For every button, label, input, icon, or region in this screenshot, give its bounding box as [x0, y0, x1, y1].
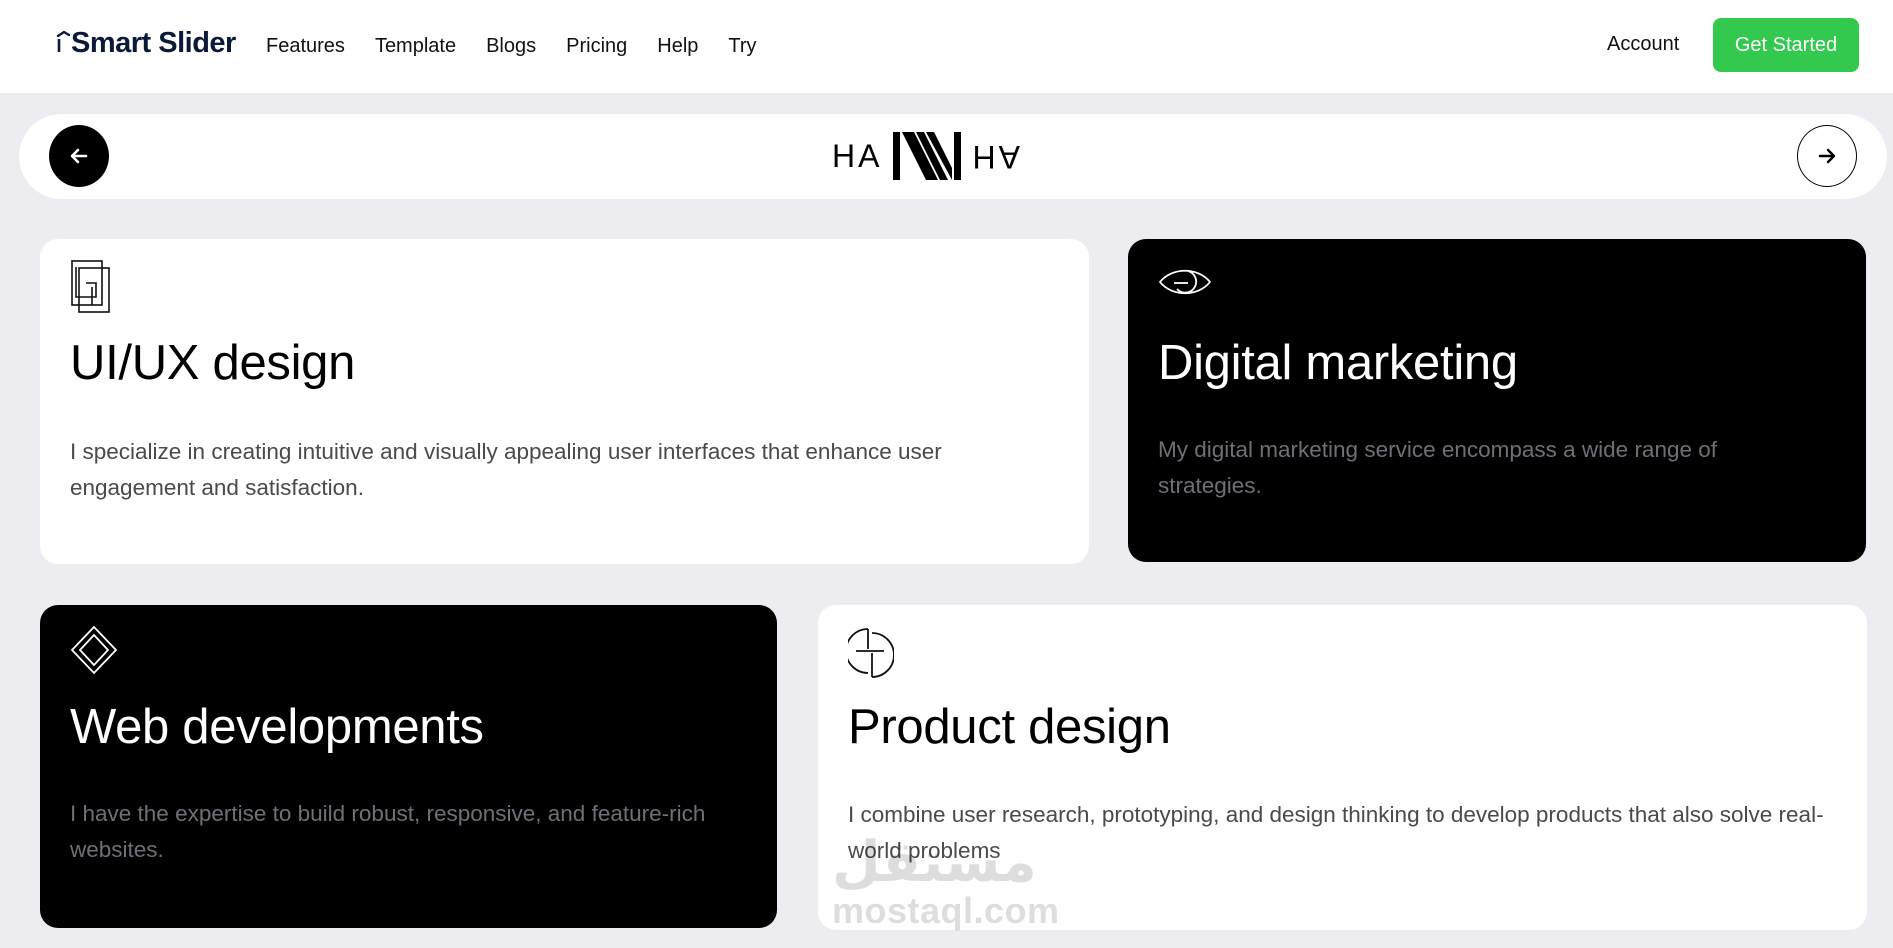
menu-item-help[interactable]: Help [657, 35, 698, 58]
card-title: Digital marketing [1158, 336, 1518, 390]
menu-item-template[interactable]: Template [375, 35, 456, 58]
card-description: I have the expertise to build robust, re… [70, 801, 706, 862]
menu-item-try[interactable]: Try [728, 35, 756, 58]
logo-text: Smart Slider [71, 27, 236, 59]
service-card-web-developments[interactable]: Web developments I have the expertise to… [40, 605, 777, 928]
card-description: I combine user research, prototyping, an… [848, 802, 1824, 863]
card-title: UI/UX design [70, 336, 356, 390]
logo[interactable]: Smart Slider [56, 24, 236, 60]
split-circle-icon [845, 625, 895, 679]
card-description: My digital marketing service encompass a… [1158, 437, 1718, 498]
slider-brand-logo: HA HA [832, 128, 1023, 184]
service-card-uiux[interactable]: UI/UX design I specialize in creating in… [40, 239, 1089, 564]
service-card-digital-marketing[interactable]: Digital marketing My digital marketing s… [1128, 239, 1866, 562]
slider-prev-button[interactable] [49, 125, 109, 187]
diamond-icon [70, 625, 118, 677]
main-menu: Features Template Blogs Pricing Help Try [266, 0, 757, 93]
logo-slider: HA HA [19, 114, 1887, 199]
card-title: Product design [848, 700, 1171, 754]
menu-item-pricing[interactable]: Pricing [566, 35, 627, 58]
account-link[interactable]: Account [1607, 33, 1679, 56]
eye-icon [1158, 265, 1212, 299]
top-navbar: Smart Slider Features Template Blogs Pri… [0, 0, 1893, 93]
card-title: Web developments [70, 700, 484, 754]
menu-item-blogs[interactable]: Blogs [486, 35, 536, 58]
brand-text-right: HA [972, 138, 1023, 175]
service-card-product-design[interactable]: Product design I combine user research, … [818, 605, 1867, 930]
brand-text-left: HA [832, 137, 883, 174]
layers-square-icon [70, 259, 112, 315]
menu-item-features[interactable]: Features [266, 35, 345, 58]
logo-mark-icon [56, 30, 70, 60]
slider-next-button[interactable] [1797, 125, 1857, 187]
card-description: I specialize in creating intuitive and v… [70, 439, 942, 500]
get-started-button[interactable]: Get Started [1713, 18, 1859, 72]
arrow-left-icon [70, 148, 88, 164]
arrow-right-icon [1818, 148, 1836, 164]
brand-mark-icon [893, 132, 962, 180]
